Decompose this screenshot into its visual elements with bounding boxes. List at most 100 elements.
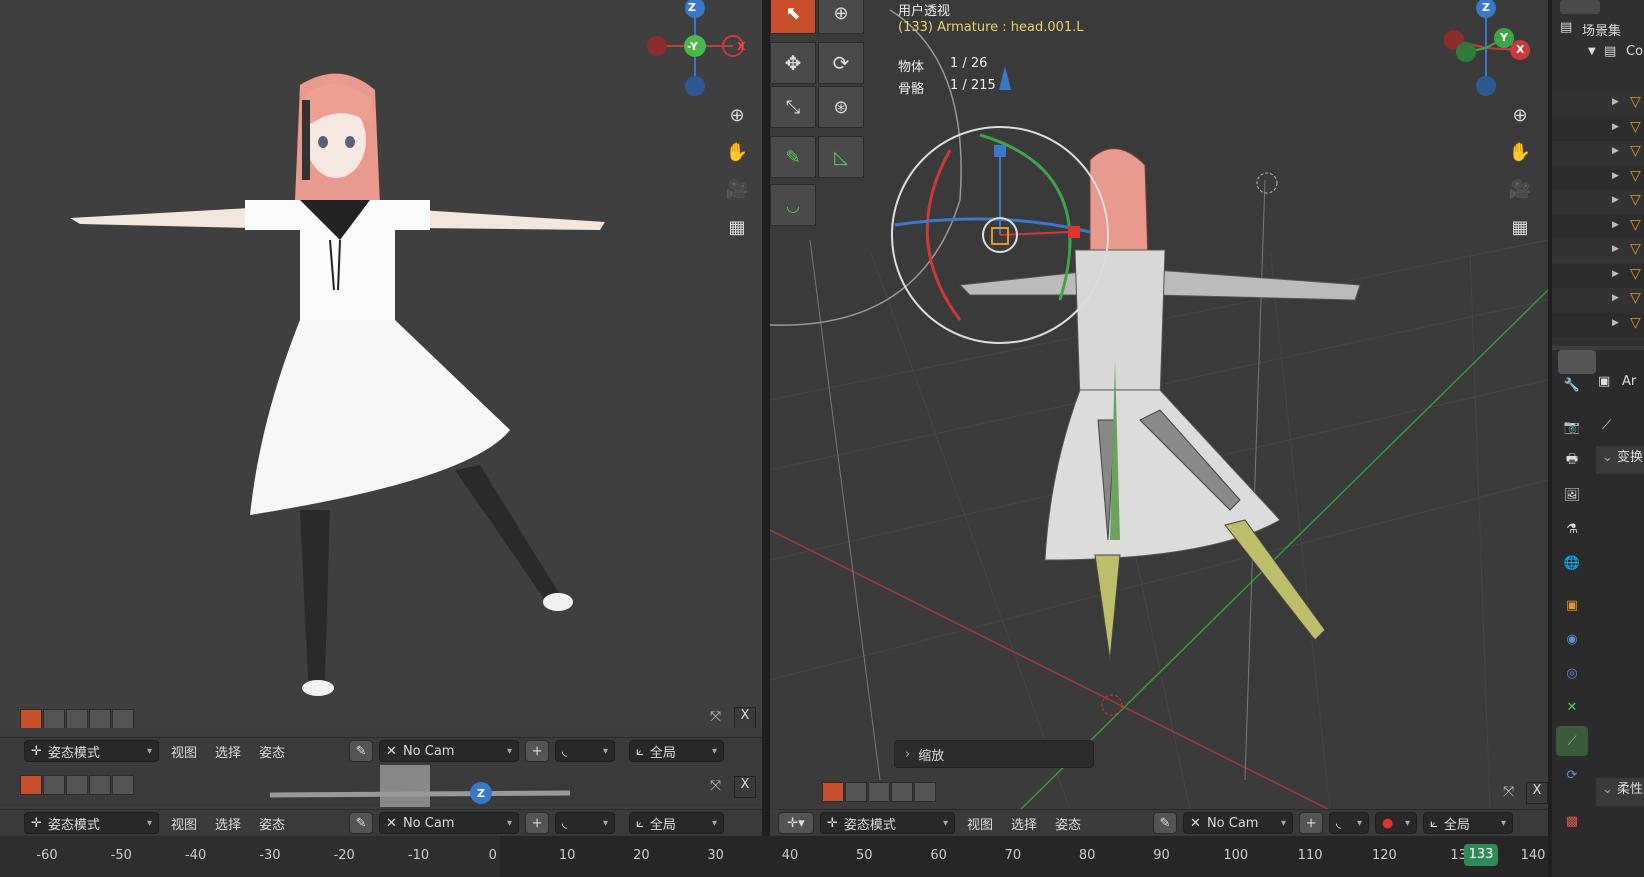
world-tab-icon[interactable]: 🌐 bbox=[1556, 548, 1588, 578]
outliner-row[interactable]: ▶ ▽ bbox=[1552, 92, 1644, 116]
mode-dropdown[interactable]: ✛ 姿态模式 ▾ bbox=[24, 812, 159, 834]
disclosure-icon[interactable]: ▶ bbox=[1612, 122, 1619, 132]
editor-type-icon[interactable]: ✛▾ bbox=[778, 812, 814, 834]
menu-pose[interactable]: 姿态 bbox=[253, 742, 291, 761]
scene-tab-icon[interactable]: ⚗ bbox=[1556, 514, 1588, 544]
outliner-row[interactable]: ▶ ▽ bbox=[1552, 288, 1644, 312]
outliner-row[interactable]: ▶ ▽ bbox=[1552, 312, 1644, 337]
curve-dropdown[interactable]: ◟ ▾ bbox=[1329, 812, 1370, 834]
render-tab-icon[interactable]: 📷 bbox=[1556, 412, 1588, 442]
mode-dropdown[interactable]: ✛ 姿态模式 ▾ bbox=[24, 740, 159, 762]
object-tab-icon[interactable]: ▣ bbox=[1556, 590, 1588, 620]
scope-dropdown[interactable]: ⟀ 全局 ▾ bbox=[629, 740, 725, 762]
disclosure-icon[interactable]: ▶ bbox=[1612, 318, 1619, 328]
annotate-tool-button[interactable]: ✎ bbox=[770, 136, 816, 178]
transform-section[interactable]: ⌄ 变换 bbox=[1596, 446, 1644, 474]
outliner-row[interactable]: ▶ ▽ bbox=[1552, 263, 1644, 288]
measure-tool-button[interactable]: ◺ bbox=[818, 136, 864, 178]
disclosure-icon[interactable]: ▶ bbox=[1612, 293, 1619, 303]
select-new-icon[interactable] bbox=[20, 775, 42, 795]
modifier-tab-icon[interactable]: ◉ bbox=[1556, 624, 1588, 654]
outliner-row[interactable]: ▶ ▽ bbox=[1552, 214, 1644, 239]
disclosure-icon[interactable]: ▶ bbox=[1612, 244, 1619, 254]
select-mode-group-2[interactable] bbox=[20, 775, 134, 795]
outliner-row[interactable]: ▶ ▽ bbox=[1552, 116, 1644, 141]
current-frame-indicator[interactable]: 133 bbox=[1464, 844, 1498, 866]
expand-icon[interactable]: ⤧ bbox=[710, 709, 730, 728]
zoom-icon[interactable]: ⊕ bbox=[1505, 100, 1535, 130]
axis-gizmo[interactable] bbox=[1442, 0, 1542, 100]
grid-view-icon[interactable]: ▦ bbox=[722, 212, 752, 242]
output-tab-icon[interactable]: 🖶 bbox=[1556, 446, 1588, 476]
select-subtract-icon[interactable] bbox=[868, 782, 890, 802]
rotate-tool-button[interactable]: ⟳ bbox=[818, 42, 864, 84]
select-subtract-icon[interactable] bbox=[66, 709, 88, 728]
select-new-icon[interactable] bbox=[20, 709, 42, 728]
scale-tool-button[interactable]: ⤡ bbox=[770, 86, 816, 128]
disclosure-icon[interactable]: ▶ bbox=[1612, 269, 1619, 279]
select-invert-icon[interactable] bbox=[89, 709, 111, 728]
select-extend-icon[interactable] bbox=[845, 782, 867, 802]
proportional-dropdown[interactable]: ● ▾ bbox=[1375, 812, 1418, 834]
scope-dropdown[interactable]: ⟀ 全局 ▾ bbox=[629, 812, 725, 834]
eyedropper-icon[interactable]: ✎ bbox=[349, 740, 374, 762]
select-subtract-icon[interactable] bbox=[66, 775, 88, 795]
select-intersect-icon[interactable] bbox=[914, 782, 936, 802]
camera-field[interactable]: ✕ No Cam ▾ bbox=[1183, 812, 1294, 834]
select-mode-group-3[interactable] bbox=[822, 782, 936, 802]
menu-view[interactable]: 视图 bbox=[165, 814, 203, 833]
viewport-divider[interactable] bbox=[762, 0, 770, 836]
add-icon[interactable]: + bbox=[1299, 812, 1324, 834]
outliner-row[interactable]: ▶ ▽ bbox=[1552, 141, 1644, 165]
pan-hand-icon[interactable]: ✋ bbox=[722, 137, 752, 167]
camera-icon[interactable]: 🎥 bbox=[1505, 174, 1535, 204]
menu-pose[interactable]: 姿态 bbox=[1049, 814, 1087, 833]
outliner-row[interactable]: ▶ ▽ bbox=[1552, 190, 1644, 214]
menu-view[interactable]: 视图 bbox=[165, 742, 203, 761]
outliner-row[interactable]: ▶ ▽ bbox=[1552, 239, 1644, 263]
soft-section[interactable]: ⌄ 柔性 bbox=[1596, 778, 1644, 806]
select-extend-icon[interactable] bbox=[43, 775, 65, 795]
add-icon[interactable]: + bbox=[525, 740, 550, 762]
menu-select[interactable]: 选择 bbox=[209, 742, 247, 761]
pan-hand-icon[interactable]: ✋ bbox=[1505, 137, 1535, 167]
menu-view[interactable]: 视图 bbox=[961, 814, 999, 833]
bone-constraint-tab-icon[interactable]: ⟳ bbox=[1556, 760, 1588, 790]
disclosure-icon[interactable]: ▶ bbox=[1612, 220, 1619, 230]
bone-path-tool-button[interactable]: ◡ bbox=[770, 184, 816, 226]
close-button[interactable]: X bbox=[734, 707, 756, 728]
menu-pose[interactable]: 姿态 bbox=[253, 814, 291, 833]
mode-dropdown[interactable]: ✛ 姿态模式 ▾ bbox=[820, 812, 955, 834]
select-invert-icon[interactable] bbox=[891, 782, 913, 802]
properties-editor[interactable]: 🔧 📷 🖶 🖼 ⚗ 🌐 ▣ ◉ ◎ ✕ ⟋ ⟳ ▩ ▣ Ar ⟋ ⌄ 变换 ⌄ … bbox=[1552, 350, 1644, 877]
view-layer-tab-icon[interactable]: 🖼 bbox=[1556, 480, 1588, 510]
select-intersect-icon[interactable] bbox=[112, 709, 134, 728]
gizmo-z-icon[interactable]: Z bbox=[470, 782, 492, 804]
select-mode-group[interactable] bbox=[20, 709, 134, 728]
timeline[interactable]: -60 -50 -40 -30 -20 -10 0 10 20 30 40 50 60 70 80 90 100… bbox=[0, 836, 1548, 877]
zoom-icon[interactable]: ⊕ bbox=[722, 100, 752, 130]
disclosure-icon[interactable]: ▶ bbox=[1612, 146, 1619, 156]
cursor-tool-button[interactable]: ⊕ bbox=[818, 0, 864, 34]
transform-tool-button[interactable]: ⊛ bbox=[818, 86, 864, 128]
camera-field[interactable]: ✕ No Cam ▾ bbox=[379, 812, 520, 834]
outliner-filter[interactable] bbox=[1560, 0, 1600, 14]
eyedropper-icon[interactable]: ✎ bbox=[1153, 812, 1178, 834]
camera-icon[interactable]: 🎥 bbox=[722, 174, 752, 204]
perspective-icon[interactable]: ▦ bbox=[1505, 212, 1535, 242]
middle-viewport[interactable]: Z ⤧ X bbox=[0, 765, 762, 807]
object-data-tab-icon[interactable]: ✕ bbox=[1556, 692, 1588, 722]
camera-field[interactable]: ✕ No Cam ▾ bbox=[379, 740, 520, 762]
select-intersect-icon[interactable] bbox=[112, 775, 134, 795]
bone-tab-icon[interactable]: ⟋ bbox=[1556, 726, 1588, 756]
select-tool-button[interactable]: ⬉ bbox=[770, 0, 816, 34]
physics-tab-icon[interactable]: ◎ bbox=[1556, 658, 1588, 688]
eyedropper-icon[interactable]: ✎ bbox=[349, 812, 374, 834]
expand-icon[interactable]: ⤧ bbox=[1503, 784, 1514, 800]
outliner-row[interactable]: ▶ ▽ bbox=[1552, 165, 1644, 190]
menu-select[interactable]: 选择 bbox=[1005, 814, 1043, 833]
expand-icon[interactable]: ⤧ bbox=[710, 778, 721, 794]
disclosure-icon[interactable]: ▼ bbox=[1588, 46, 1596, 57]
disclosure-icon[interactable]: ▶ bbox=[1612, 97, 1619, 107]
left-viewport[interactable]: Z -Y X ⊕ ✋ 🎥 ▦ ⤧ X bbox=[0, 0, 762, 728]
